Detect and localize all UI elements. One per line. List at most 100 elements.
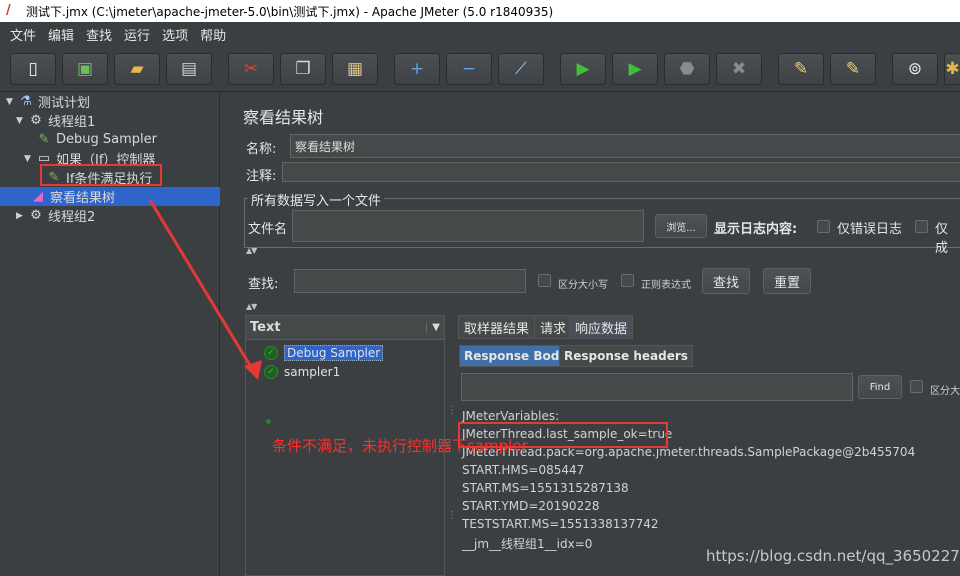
tree-item-thread-group-1[interactable]: ▼ ⚙ 线程组1: [16, 111, 95, 130]
jmeter-feather-icon: /: [6, 3, 11, 18]
save-button[interactable]: ▤: [166, 53, 212, 85]
new-button[interactable]: ▯: [10, 53, 56, 85]
gear-icon: ⚙: [30, 208, 42, 223]
subtab-response-headers[interactable]: Response headers: [559, 345, 693, 367]
expand-button[interactable]: +: [394, 53, 440, 85]
menu-options[interactable]: 选项: [156, 25, 194, 44]
menu-help[interactable]: 帮助: [194, 25, 232, 44]
menu-bar: 文件 编辑 查找 运行 选项 帮助: [0, 22, 960, 46]
result-row-debug-sampler[interactable]: ✓ Debug Sampler: [246, 344, 444, 362]
tab-response-data[interactable]: 响应数据: [569, 315, 634, 339]
cut-button[interactable]: ✂: [228, 53, 274, 85]
toolbar: ▯ ▣ ▰ ▤ ✂ ❐ ▦ + − ⟋ ▶ ▶ ⬣ ✖ ✎ ✎ ⊚ ✱: [0, 46, 960, 92]
expand-toggle-icon[interactable]: ▶: [16, 211, 28, 221]
clear-icon: ✎: [793, 58, 809, 79]
paste-button[interactable]: ▦: [332, 53, 378, 85]
response-line: START.MS=1551315287138: [462, 481, 629, 495]
tree-item-thread-group-2[interactable]: ▶ ⚙ 线程组2: [16, 206, 95, 225]
success-only-label: 仅成: [935, 222, 949, 256]
collapse-button[interactable]: −: [446, 53, 492, 85]
watermark: https://blog.csdn.net/qq_36502272: [706, 547, 960, 565]
window-titlebar: / 测试下.jmx (C:\jmeter\apache-jmeter-5.0\b…: [0, 0, 960, 22]
splitter-arrows-icon[interactable]: ▲▼: [246, 302, 257, 311]
clear-all-button[interactable]: ✎: [830, 53, 876, 85]
cut-icon: ✂: [243, 58, 259, 79]
expand-icon: +: [409, 58, 425, 79]
find-button[interactable]: 查找: [702, 268, 750, 294]
copy-button[interactable]: ❐: [280, 53, 326, 85]
open-button[interactable]: ▰: [114, 53, 160, 85]
errors-only-label: 仅错误日志: [837, 222, 903, 237]
window-title: 测试下.jmx (C:\jmeter\apache-jmeter-5.0\bin…: [26, 4, 554, 19]
case-sensitive-checkbox[interactable]: [538, 274, 551, 287]
response-line: TESTSTART.MS=1551338137742: [462, 517, 659, 531]
tree-item-test-plan[interactable]: ▼ ⚗ 测试计划: [6, 92, 90, 111]
body-case-checkbox[interactable]: [910, 380, 923, 393]
reset-button[interactable]: 重置: [763, 268, 811, 294]
stop-button[interactable]: ⬣: [664, 53, 710, 85]
filename-field[interactable]: [292, 210, 644, 242]
result-label: sampler1: [284, 365, 341, 379]
function-helper-icon: ✱: [945, 58, 960, 79]
subtab-response-body[interactable]: Response Body: [459, 345, 573, 367]
tree-item-label: 测试计划: [38, 96, 91, 111]
search-button[interactable]: ⊚: [892, 53, 938, 85]
expand-toggle-icon[interactable]: ▼: [16, 116, 28, 126]
expand-toggle-icon[interactable]: ▼: [6, 97, 18, 107]
paste-icon: ▦: [346, 58, 364, 79]
tab-request[interactable]: 请求: [534, 315, 573, 339]
response-line: START.YMD=20190228: [462, 499, 600, 513]
toggle-button[interactable]: ⟋: [498, 53, 544, 85]
chevron-down-icon: ▼: [426, 322, 440, 333]
renderer-select[interactable]: Text ▼: [246, 316, 444, 340]
tree-item-label: 察看结果树: [50, 191, 116, 206]
browse-button[interactable]: 浏览...: [655, 214, 707, 238]
name-label: 名称:: [246, 142, 277, 157]
filename-label: 文件名: [248, 222, 288, 237]
result-row-sampler1[interactable]: ✓ sampler1: [246, 363, 340, 381]
new-icon: ▯: [28, 58, 38, 79]
menu-file[interactable]: 文件: [4, 25, 42, 44]
annotation-text: 条件不满足，未执行控制器下sampler: [272, 437, 528, 455]
gear-icon: ⚙: [30, 113, 42, 128]
shutdown-button[interactable]: ✖: [716, 53, 762, 85]
start-button[interactable]: ▶: [560, 53, 606, 85]
tree-item-label: 线程组2: [48, 210, 96, 225]
start-no-pause-button[interactable]: ▶: [612, 53, 658, 85]
highlight-box-if-sampler: [40, 164, 162, 186]
response-line: JMeterVariables:: [462, 409, 560, 423]
tree-item-view-results-tree[interactable]: ◢ 察看结果树: [30, 187, 115, 206]
success-only-checkbox[interactable]: [915, 220, 928, 233]
tree-item-debug-sampler[interactable]: ✎ Debug Sampler: [36, 130, 157, 149]
clear-button[interactable]: ✎: [778, 53, 824, 85]
search-input[interactable]: [294, 269, 526, 293]
menu-search[interactable]: 查找: [80, 25, 118, 44]
tab-sampler-result[interactable]: 取样器结果: [458, 315, 536, 339]
templates-icon: ▣: [76, 58, 94, 79]
body-find-input[interactable]: [461, 373, 853, 401]
search-label: 查找:: [248, 277, 279, 292]
chart-icon: ◢: [33, 189, 43, 204]
tree-item-label: 线程组1: [48, 115, 96, 130]
comment-label: 注释:: [246, 169, 277, 184]
tree-item-label: Debug Sampler: [56, 132, 157, 147]
result-label: Debug Sampler: [284, 345, 384, 361]
renderer-value: Text: [250, 320, 281, 335]
function-helper-button[interactable]: ✱: [944, 53, 960, 85]
body-find-button[interactable]: Find: [858, 375, 902, 399]
menu-run[interactable]: 运行: [118, 25, 156, 44]
menu-edit[interactable]: 编辑: [42, 25, 80, 44]
splitter-arrows-icon[interactable]: ▲▼: [246, 246, 257, 255]
shutdown-icon: ✖: [731, 58, 747, 79]
errors-only-checkbox[interactable]: [817, 220, 830, 233]
clear-all-icon: ✎: [845, 58, 861, 79]
case-sensitive-label: 区分大小写: [558, 280, 608, 291]
regex-checkbox[interactable]: [621, 274, 634, 287]
file-output-group-title: 所有数据写入一个文件: [248, 190, 385, 209]
start-icon: ▶: [576, 58, 590, 79]
comment-field[interactable]: [282, 162, 960, 182]
expand-toggle-icon[interactable]: ▼: [24, 154, 36, 164]
name-field[interactable]: 察看结果树: [290, 134, 960, 158]
templates-button[interactable]: ▣: [62, 53, 108, 85]
response-line: START.HMS=085447: [462, 463, 585, 477]
